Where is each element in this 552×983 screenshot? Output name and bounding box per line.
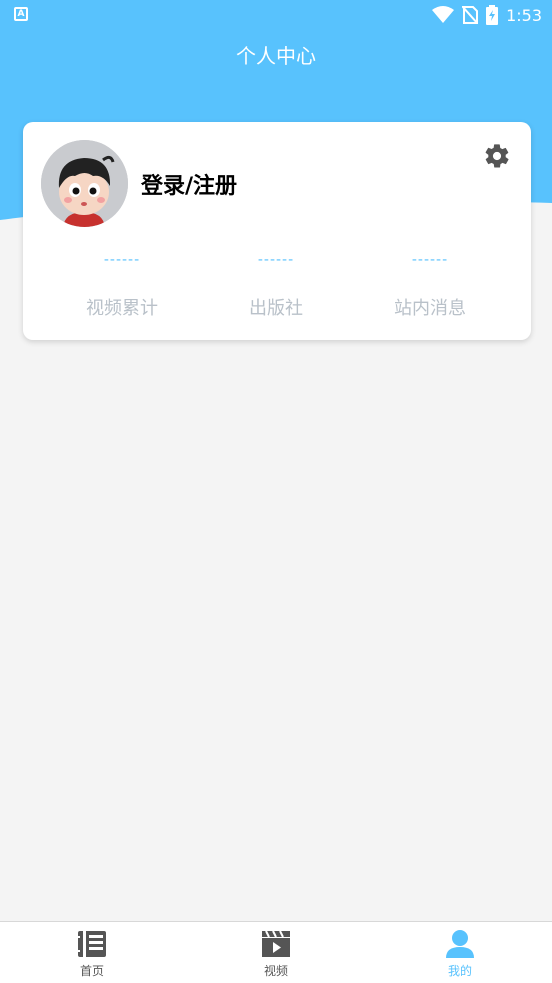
nav-item-video[interactable]: 视频	[184, 922, 368, 983]
stat-label: 站内消息	[394, 298, 466, 319]
stat-label: 视频累计	[86, 298, 158, 319]
avatar[interactable]	[41, 140, 128, 227]
stat-label: 出版社	[249, 298, 303, 319]
stat-publisher[interactable]: ------ 出版社	[196, 252, 356, 320]
home-book-icon	[78, 931, 106, 957]
video-clapper-icon	[262, 930, 290, 957]
nav-label: 首页	[79, 964, 104, 978]
gear-icon[interactable]	[483, 142, 511, 170]
no-sim-icon	[462, 6, 479, 24]
nav-item-home[interactable]: 首页	[0, 922, 184, 983]
cartoon-boy-avatar-icon	[41, 140, 128, 227]
status-indicator: A	[14, 7, 28, 21]
nav-item-mine[interactable]: 我的	[368, 922, 552, 983]
stat-messages[interactable]: ------ 站内消息	[350, 252, 510, 320]
login-register-link[interactable]: 登录/注册	[141, 168, 237, 200]
person-icon	[446, 930, 474, 958]
profile-card: 登录/注册 ------ 视频累计 ------ 出版社 ------ 站内消息	[23, 122, 531, 340]
wifi-icon	[432, 6, 455, 23]
stat-value: ------	[411, 252, 449, 268]
nav-label: 我的	[447, 964, 472, 978]
bottom-nav: 首页 视频 我的	[0, 921, 552, 983]
battery-charging-icon	[486, 5, 499, 25]
nav-label: 视频	[263, 964, 288, 978]
stat-value: ------	[103, 252, 141, 268]
stat-video-count[interactable]: ------ 视频累计	[42, 252, 202, 320]
stat-value: ------	[257, 252, 295, 268]
status-bar: A 1:53	[0, 0, 552, 30]
status-time: 1:53	[506, 5, 542, 25]
status-icons: 1:53	[432, 4, 542, 26]
page-title: 个人中心	[236, 44, 316, 68]
